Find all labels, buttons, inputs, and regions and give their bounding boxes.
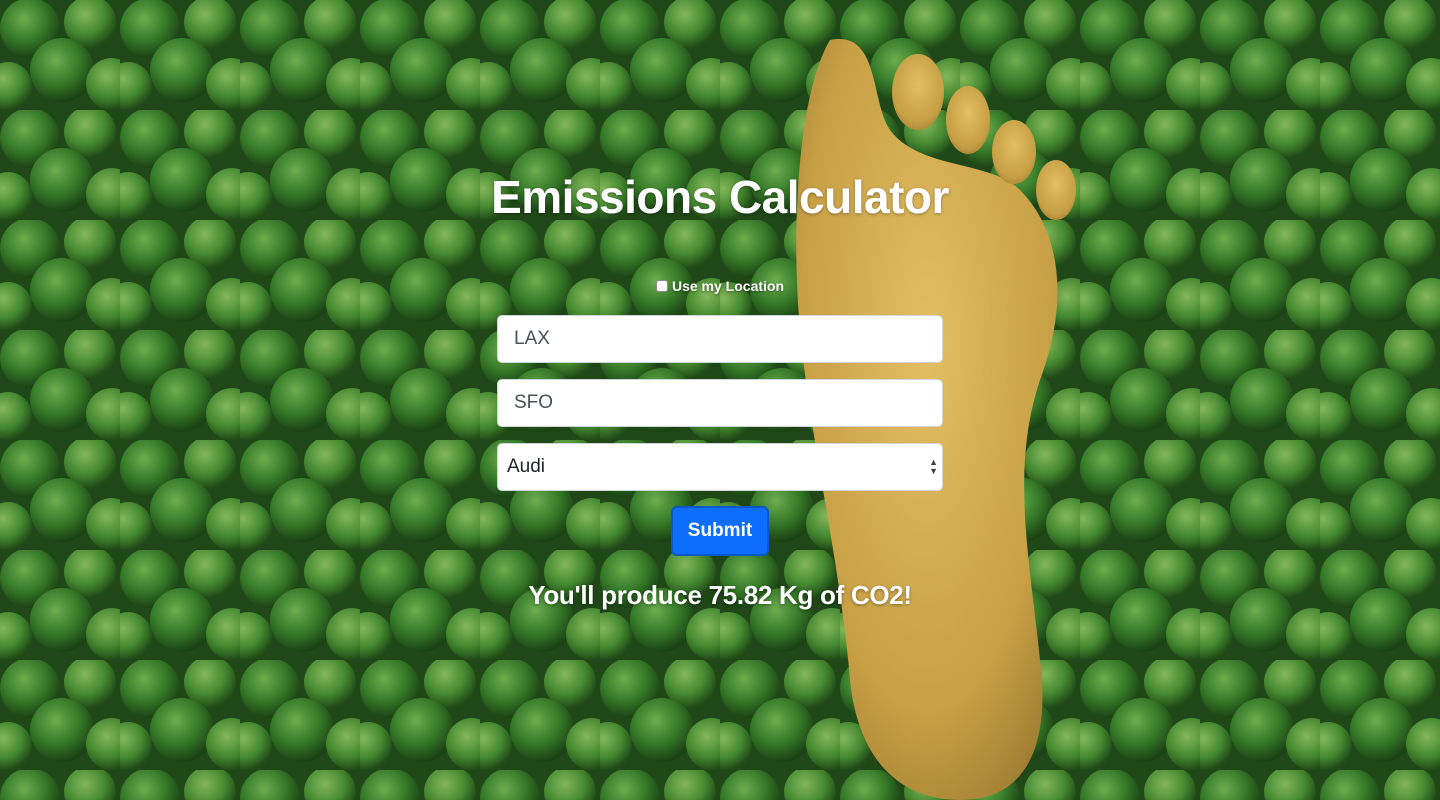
up-down-caret-icon: ▲ ▼ <box>929 457 938 476</box>
vehicle-selected-value: Audi <box>507 456 546 477</box>
app-root: Emissions Calculator Use my Location LAX… <box>0 0 1440 800</box>
result-message: You'll produce 75.82 Kg of CO2! <box>528 580 912 610</box>
submit-button[interactable]: Submit <box>671 506 769 556</box>
page-title: Emissions Calculator <box>491 171 949 223</box>
calculator-panel: Emissions Calculator Use my Location LAX… <box>0 0 1440 800</box>
destination-input[interactable]: SFO <box>497 379 943 427</box>
origin-value: LAX <box>514 328 550 349</box>
vehicle-select[interactable]: Audi ▲ ▼ <box>497 443 943 491</box>
use-location-row[interactable]: Use my Location <box>0 278 1440 294</box>
destination-value: SFO <box>514 392 554 413</box>
use-location-label[interactable]: Use my Location <box>672 278 784 294</box>
use-location-checkbox[interactable] <box>655 280 668 292</box>
origin-input[interactable]: LAX <box>497 315 943 363</box>
